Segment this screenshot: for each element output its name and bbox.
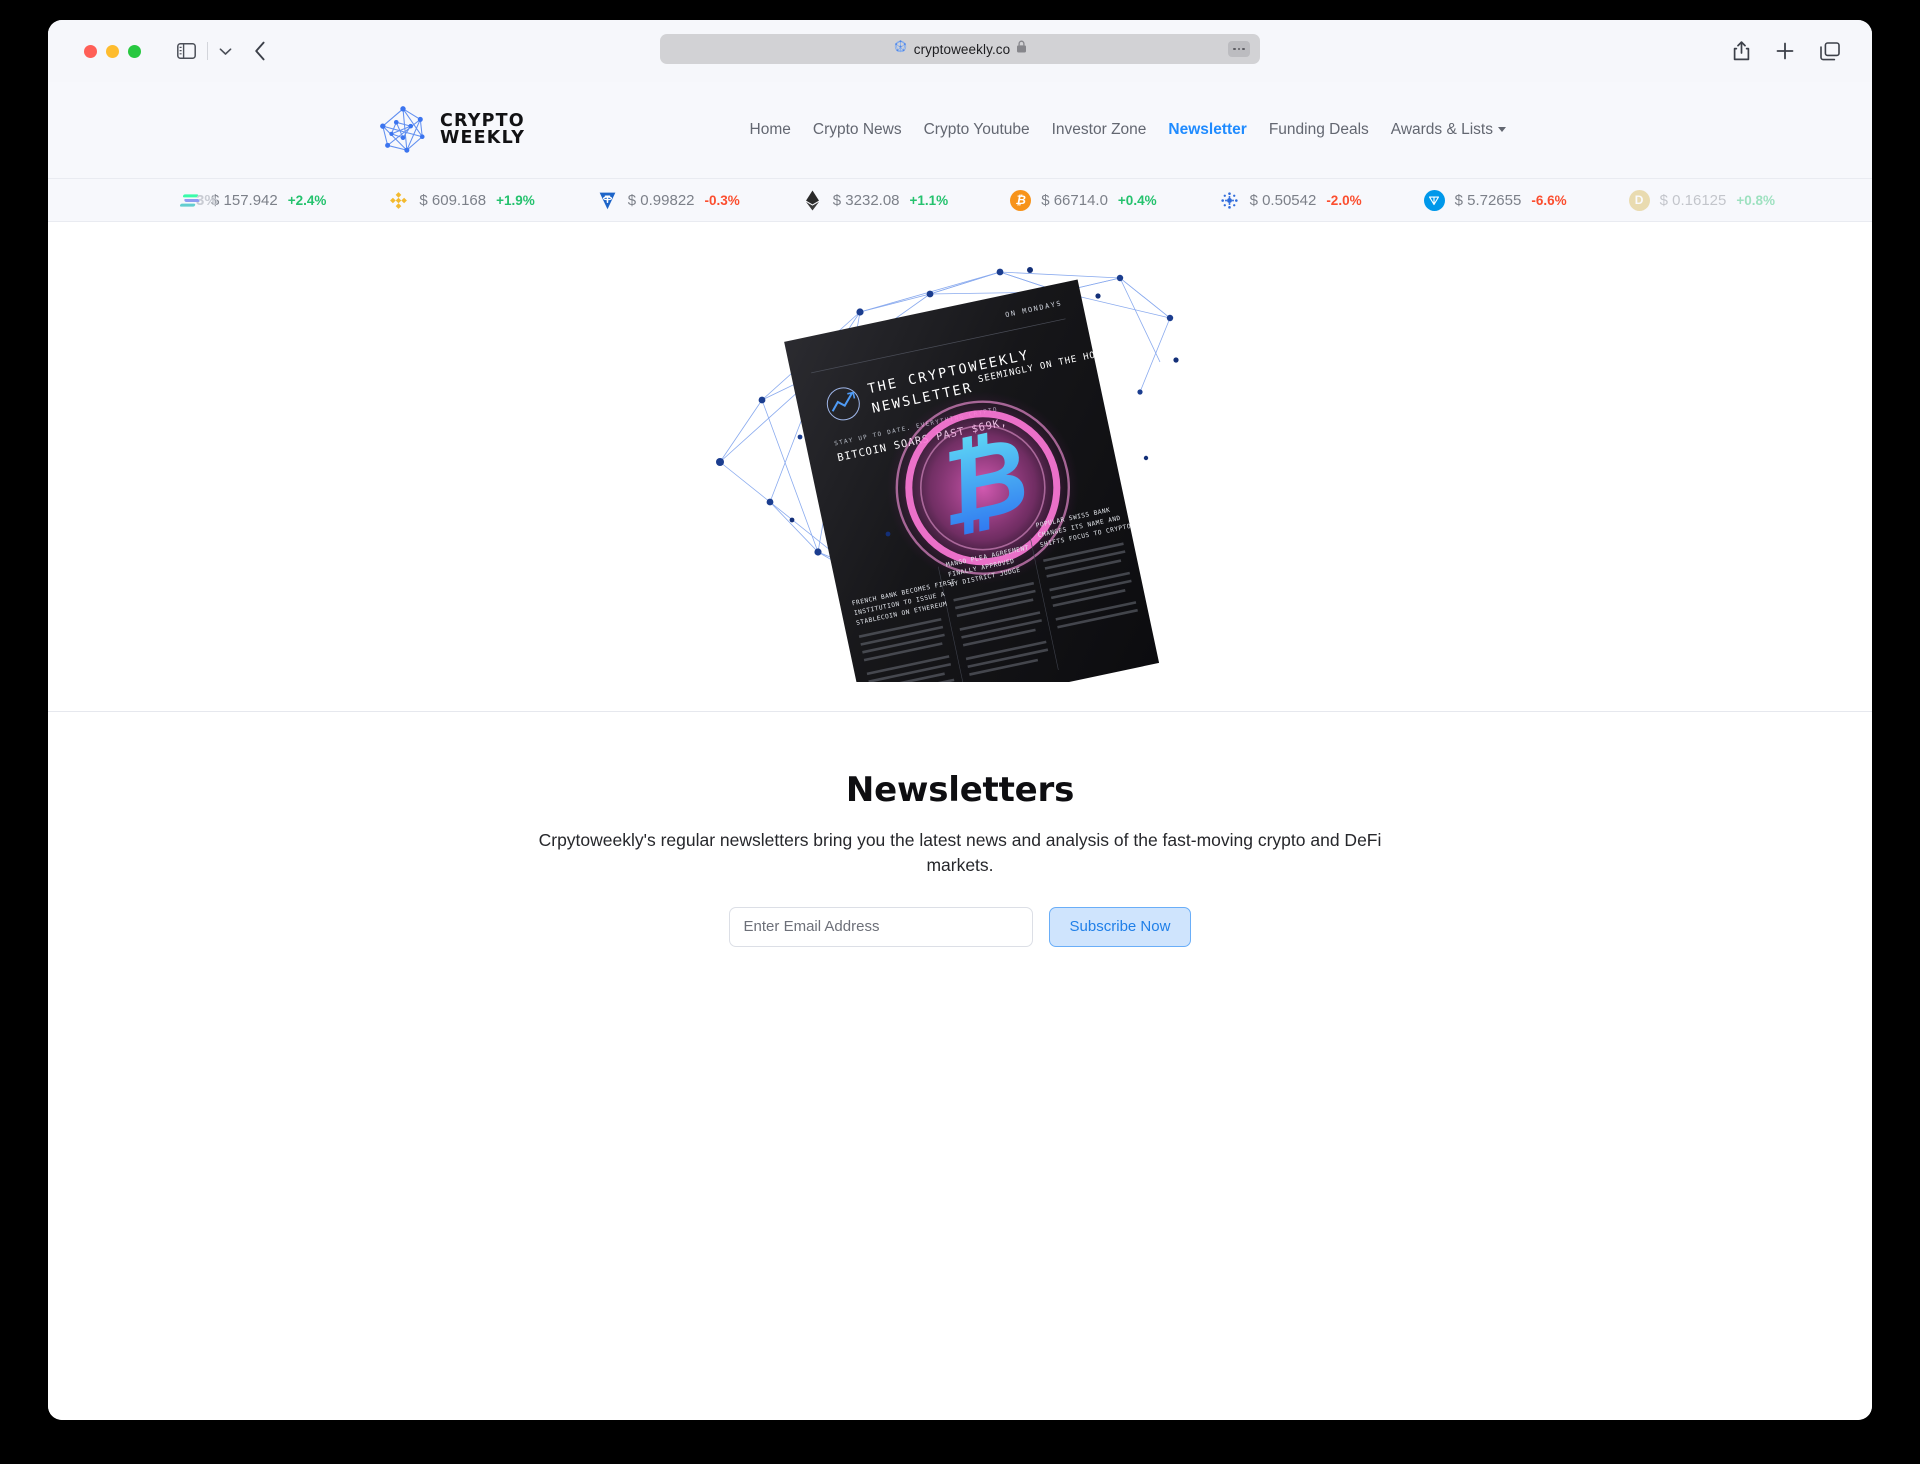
window-controls: [84, 44, 141, 58]
binance-icon: [388, 190, 409, 211]
share-icon[interactable]: [1733, 41, 1750, 61]
url-text: cryptoweekly.co: [913, 41, 1011, 57]
ellipsis-icon[interactable]: [1228, 41, 1250, 57]
cryptoweekly-favicon: [893, 39, 908, 59]
sidebar-controls: [177, 42, 232, 60]
newsletter-description: Crpytoweekly's regular newsletters bring…: [538, 830, 1382, 876]
crypto-weekly-network-logo-icon: [378, 105, 428, 155]
ticker-track: $ 157.942 +2.4% $ 609.168 +1.9% $ 0.9982…: [48, 189, 1775, 211]
ticker-change: +0.4%: [1117, 192, 1157, 208]
site-logo[interactable]: CRYPTO WEEKLY: [378, 105, 525, 155]
ticker-item-usdt[interactable]: $ 0.99822 -0.3%: [597, 190, 740, 211]
ticker-item-eth[interactable]: $ 3232.08 +1.1%: [802, 190, 948, 211]
dogecoin-icon: D: [1628, 189, 1650, 211]
brand-line-2: WEEKLY: [440, 128, 526, 148]
ticker-price: $ 66714.0: [1041, 191, 1108, 209]
ticker-item-doge[interactable]: D $ 0.16125 +0.8%: [1628, 189, 1775, 211]
nav-item-awards-and-lists[interactable]: Awards & Lists: [1391, 121, 1506, 139]
subscribe-button[interactable]: Subscribe Now: [1048, 906, 1192, 947]
chevron-down-icon: [1498, 127, 1506, 133]
crypto-price-ticker[interactable]: 3% $ 157.942 +2.4% $ 609.168 +1.9% $ 0.9…: [48, 178, 1872, 222]
ticker-change: -2.0%: [1326, 192, 1362, 208]
maximize-window-button[interactable]: [128, 44, 141, 58]
close-window-button[interactable]: [84, 44, 97, 58]
plus-icon[interactable]: [1776, 42, 1794, 60]
ethereum-icon: [802, 190, 823, 211]
nav-item-crypto-youtube[interactable]: Crypto Youtube: [924, 121, 1030, 139]
hero-section: ON MONDAYS THE CRYPTOWEEKLY NEWSLETTER S…: [48, 222, 1872, 712]
page-viewport: CRYPTO WEEKLY Home Crypto News Crypto Yo…: [48, 82, 1872, 1420]
safari-browser-window: cryptoweekly.co CRYPTO WEEKLY Home Crypt…: [48, 20, 1872, 1420]
back-chevron-icon[interactable]: [254, 41, 266, 61]
ticker-item-ton[interactable]: $ 5.72655 -6.6%: [1423, 189, 1567, 211]
nav-item-newsletter[interactable]: Newsletter: [1168, 121, 1246, 139]
cryptoweekly-newsletter-cover-image: ON MONDAYS THE CRYPTOWEEKLY NEWSLETTER S…: [700, 252, 1220, 682]
ticker-change: +1.1%: [909, 192, 949, 208]
main-navigation: Home Crypto News Crypto Youtube Investor…: [750, 121, 1816, 139]
ticker-price: $ 0.99822: [627, 191, 695, 209]
ticker-price: $ 0.16125: [1659, 191, 1727, 209]
email-field[interactable]: [728, 906, 1033, 947]
newsletter-section: Newsletters Crpytoweekly's regular newsl…: [48, 712, 1872, 947]
ticker-price: $ 0.50542: [1249, 191, 1317, 209]
chevron-down-icon[interactable]: [219, 47, 232, 56]
ticker-item-ada[interactable]: $ 0.50542 -2.0%: [1219, 190, 1362, 211]
nav-item-funding-deals[interactable]: Funding Deals: [1269, 121, 1369, 139]
sidebar-toggle-icon[interactable]: [177, 43, 196, 59]
ticker-change: +0.8%: [1736, 192, 1775, 208]
nav-item-investor-zone[interactable]: Investor Zone: [1052, 121, 1147, 139]
ticker-clipped-label: 3%: [196, 191, 218, 209]
tether-icon: [597, 190, 618, 211]
minimize-window-button[interactable]: [106, 44, 119, 58]
ticker-change: -0.3%: [704, 192, 740, 208]
nav-item-home[interactable]: Home: [750, 121, 791, 139]
cardano-icon: [1219, 190, 1240, 211]
toolbar-divider: [207, 42, 208, 60]
bitcoin-icon: ₿: [1010, 189, 1032, 211]
tab-overview-icon[interactable]: [1820, 41, 1840, 61]
nav-item-crypto-news[interactable]: Crypto News: [813, 121, 902, 139]
ticker-change: +2.4%: [287, 192, 327, 208]
site-header: CRYPTO WEEKLY Home Crypto News Crypto Yo…: [48, 82, 1872, 178]
browser-toolbar: cryptoweekly.co: [48, 20, 1872, 82]
ticker-change: -6.6%: [1531, 192, 1567, 208]
address-bar[interactable]: cryptoweekly.co: [660, 34, 1260, 64]
toncoin-icon: [1423, 189, 1445, 211]
ticker-price: $ 157.942: [211, 191, 278, 209]
ticker-price: $ 5.72655: [1454, 191, 1522, 209]
ticker-item-btc[interactable]: ₿ $ 66714.0 +0.4%: [1010, 189, 1157, 211]
ticker-price: $ 3232.08: [832, 191, 900, 209]
ticker-change: +1.9%: [496, 192, 535, 208]
ticker-item-bnb[interactable]: $ 609.168 +1.9%: [388, 190, 535, 211]
newsletter-signup-form: Subscribe Now: [48, 906, 1872, 947]
desktop-backdrop: cryptoweekly.co CRYPTO WEEKLY Home Crypt…: [0, 0, 1920, 1464]
toolbar-right-actions: [1733, 41, 1850, 61]
page-title: Newsletters: [845, 770, 1075, 810]
brand-wordmark: CRYPTO WEEKLY: [440, 112, 526, 148]
ticker-price: $ 609.168: [419, 191, 487, 209]
nav-item-awards-label: Awards & Lists: [1390, 121, 1493, 138]
lock-icon: [1016, 40, 1027, 58]
